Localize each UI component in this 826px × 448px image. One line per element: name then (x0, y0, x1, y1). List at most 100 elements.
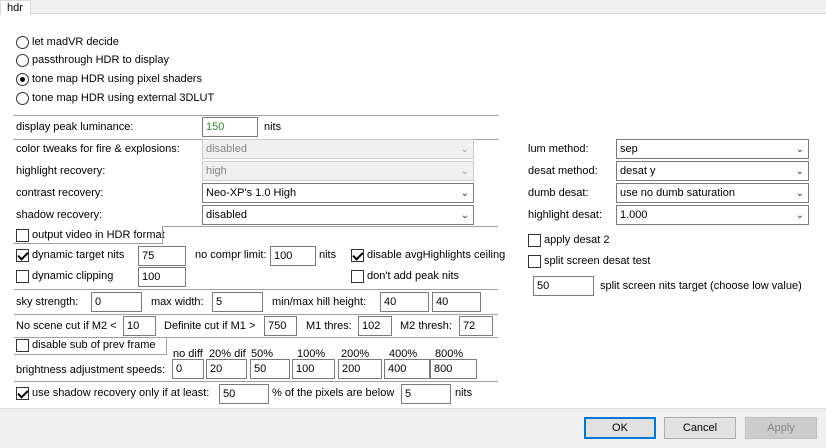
dumb-desat-label: dumb desat: (528, 187, 589, 199)
shadow-pixels-label: % of the pixels are below (272, 387, 395, 399)
shadow-nits-unit: nits (455, 387, 473, 399)
speed-input[interactable]: 400 (384, 359, 430, 379)
hill-min-input[interactable]: 40 (380, 292, 429, 312)
apply-desat2-checkbox[interactable] (528, 234, 541, 247)
radio-label: passthrough HDR to display (32, 54, 169, 66)
shadow-recovery-select[interactable]: disabled ⌄ (202, 205, 474, 225)
ok-button[interactable]: OK (584, 417, 656, 439)
cancel-button[interactable]: Cancel (664, 417, 736, 439)
contrast-recovery-select[interactable]: Neo-XP's 1.0 High ⌄ (202, 183, 474, 203)
m2-thresh-label: M2 thresh: (400, 320, 452, 332)
desat-method-select[interactable]: desat y ⌄ (616, 161, 809, 181)
chevron-down-icon: ⌄ (460, 144, 469, 155)
divider (14, 381, 498, 382)
dynamic-target-checkbox[interactable] (16, 249, 29, 262)
sky-strength-input[interactable]: 0 (91, 292, 142, 312)
no-compr-input[interactable]: 100 (270, 246, 316, 266)
output-hdr-checkbox[interactable] (16, 229, 29, 242)
speed-input[interactable]: 50 (250, 359, 290, 379)
chevron-down-icon: ⌄ (460, 188, 469, 199)
dumb-desat-select[interactable]: use no dumb saturation ⌄ (616, 183, 809, 203)
split-test-checkbox[interactable] (528, 255, 541, 268)
m1-thres-label: M1 thres: (306, 320, 352, 332)
m1-thres-input[interactable]: 102 (358, 316, 392, 336)
highlight-recovery-select[interactable]: high ⌄ (202, 161, 474, 181)
dont-add-peak-checkbox[interactable] (351, 270, 364, 283)
radio-label: tone map HDR using external 3DLUT (32, 92, 215, 104)
select-value: use no dumb saturation (620, 187, 735, 199)
split-nits-label: split screen nits target (choose low val… (600, 280, 802, 292)
disable-sub-checkbox[interactable] (16, 339, 29, 352)
speed-input[interactable]: 200 (338, 359, 382, 379)
radio-label: let madVR decide (32, 36, 119, 48)
radio-passthrough-hdr[interactable] (16, 54, 29, 67)
lum-method-label: lum method: (528, 143, 589, 155)
no-compr-label: no compr limit: (195, 249, 267, 261)
apply-desat2-label: apply desat 2 (544, 234, 610, 246)
chevron-down-icon: ⌄ (795, 210, 804, 221)
chevron-down-icon: ⌄ (795, 144, 804, 155)
color-tweaks-select[interactable]: disabled ⌄ (202, 139, 474, 159)
hill-height-label: min/max hill height: (272, 296, 367, 308)
radio-tone-map-pixel-shaders[interactable] (16, 73, 29, 86)
chevron-down-icon: ⌄ (460, 210, 469, 221)
highlight-recovery-label: highlight recovery: (16, 165, 106, 177)
select-value: disabled (206, 209, 247, 221)
dialog-footer: OK Cancel Apply (0, 408, 826, 448)
select-value: 1.000 (620, 209, 648, 221)
disable-avg-checkbox[interactable] (351, 249, 364, 262)
dynamic-clipping-input[interactable]: 100 (138, 267, 186, 287)
lum-method-select[interactable]: sep ⌄ (616, 139, 809, 159)
shadow-only-label: use shadow recovery only if at least: (32, 387, 210, 399)
radio-label: tone map HDR using pixel shaders (32, 73, 202, 85)
dynamic-target-input[interactable]: 75 (138, 246, 186, 266)
shadow-only-checkbox[interactable] (16, 387, 29, 400)
divider (14, 115, 498, 116)
dont-add-peak-label: don't add peak nits (367, 270, 460, 282)
definite-cut-input[interactable]: 750 (264, 316, 297, 336)
highlight-desat-label: highlight desat: (528, 209, 602, 221)
scene-cut-label: No scene cut if M2 < (16, 320, 117, 332)
max-width-input[interactable]: 5 (212, 292, 263, 312)
peak-luminance-label: display peak luminance: (16, 121, 134, 133)
highlight-desat-select[interactable]: 1.000 ⌄ (616, 205, 809, 225)
shadow-only-input[interactable]: 50 (219, 384, 269, 404)
divider (162, 226, 498, 227)
shadow-nits-input[interactable]: 5 (401, 384, 451, 404)
chevron-down-icon: ⌄ (460, 166, 469, 177)
m2-thresh-input[interactable]: 72 (459, 316, 493, 336)
chevron-down-icon: ⌄ (795, 166, 804, 177)
dynamic-clipping-label: dynamic clipping (32, 270, 114, 282)
radio-let-madvr-decide[interactable] (16, 36, 29, 49)
select-value: disabled (206, 143, 247, 155)
divider (14, 314, 498, 315)
split-nits-input[interactable]: 50 (533, 276, 594, 296)
divider (14, 354, 166, 355)
peak-luminance-input[interactable]: 150 (202, 117, 258, 137)
scene-cut-input[interactable]: 10 (123, 316, 156, 336)
divider (166, 338, 167, 355)
select-value: Neo-XP's 1.0 High (206, 187, 297, 199)
disable-sub-label: disable sub of prev frame (32, 339, 156, 351)
dynamic-target-label: dynamic target nits (32, 249, 125, 261)
dynamic-clipping-checkbox[interactable] (16, 270, 29, 283)
speed-input[interactable]: 100 (292, 359, 335, 379)
color-tweaks-label: color tweaks for fire & explosions: (16, 143, 180, 155)
brightness-speeds-label: brightness adjustment speeds: (16, 364, 166, 376)
select-value: sep (620, 143, 638, 155)
definite-cut-label: Definite cut if M1 > (164, 320, 256, 332)
no-compr-unit: nits (319, 249, 337, 261)
split-test-label: split screen desat test (544, 255, 651, 267)
select-value: high (206, 165, 227, 177)
hill-max-input[interactable]: 40 (432, 292, 481, 312)
speed-input[interactable]: 800 (430, 359, 477, 379)
speed-input[interactable]: 0 (172, 359, 204, 379)
peak-luminance-unit: nits (264, 121, 282, 133)
sky-strength-label: sky strength: (16, 296, 79, 308)
apply-button[interactable]: Apply (745, 417, 817, 439)
desat-method-label: desat method: (528, 165, 598, 177)
radio-tone-map-3dlut[interactable] (16, 92, 29, 105)
speed-input[interactable]: 20 (206, 359, 247, 379)
tab-hdr[interactable]: hdr (0, 0, 31, 15)
max-width-label: max width: (151, 296, 204, 308)
